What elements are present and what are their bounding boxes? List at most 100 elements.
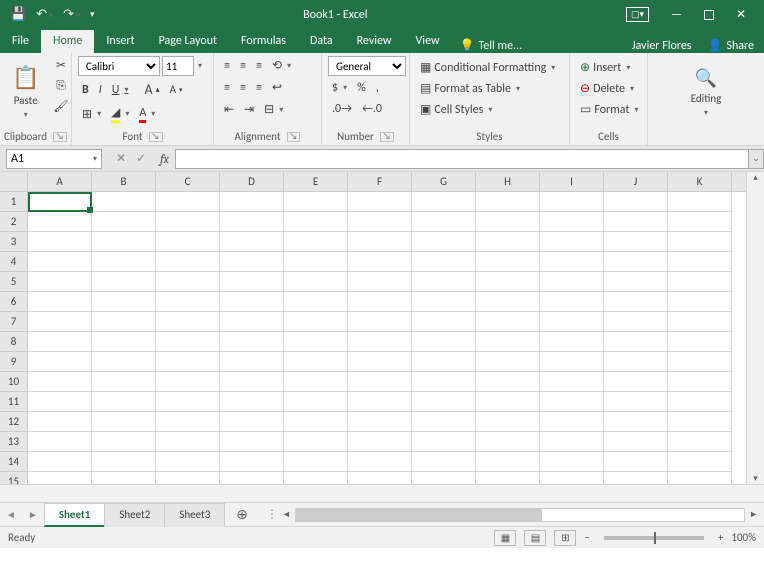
cell[interactable] (284, 432, 348, 452)
cell[interactable] (348, 412, 412, 432)
number-format-select[interactable]: General (328, 56, 406, 76)
cell[interactable] (28, 192, 92, 212)
cell[interactable] (476, 452, 540, 472)
cell[interactable] (156, 292, 220, 312)
cell[interactable] (92, 372, 156, 392)
cell[interactable] (220, 412, 284, 432)
cell[interactable] (28, 292, 92, 312)
cell[interactable] (284, 192, 348, 212)
row-header[interactable]: 9 (0, 352, 27, 372)
cell[interactable] (92, 392, 156, 412)
cell[interactable] (604, 412, 668, 432)
cell[interactable] (668, 292, 732, 312)
cell[interactable] (604, 292, 668, 312)
cell[interactable] (348, 252, 412, 272)
cell[interactable] (540, 292, 604, 312)
cell[interactable] (412, 272, 476, 292)
cell[interactable] (284, 232, 348, 252)
cell[interactable] (540, 432, 604, 452)
conditional-formatting-button[interactable]: ▦Conditional Formatting (416, 58, 563, 77)
sheet-tab[interactable]: Sheet2 (104, 503, 165, 527)
cell[interactable] (156, 332, 220, 352)
percent-format-button[interactable]: % (353, 79, 370, 97)
cell[interactable] (220, 252, 284, 272)
cell-styles-button[interactable]: ▣Cell Styles (416, 100, 563, 119)
cell[interactable] (668, 332, 732, 352)
cell[interactable] (412, 432, 476, 452)
cell[interactable] (476, 352, 540, 372)
column-header[interactable]: G (412, 172, 476, 191)
cell[interactable] (604, 332, 668, 352)
cell[interactable] (284, 392, 348, 412)
cell[interactable] (92, 232, 156, 252)
cell[interactable] (28, 372, 92, 392)
row-header[interactable]: 2 (0, 212, 27, 232)
cell[interactable] (540, 392, 604, 412)
tab-insert[interactable]: Insert (94, 30, 146, 53)
cell[interactable] (668, 352, 732, 372)
cell[interactable] (348, 352, 412, 372)
cell[interactable] (220, 292, 284, 312)
cell[interactable] (28, 392, 92, 412)
cell[interactable] (156, 272, 220, 292)
cell[interactable] (604, 312, 668, 332)
paste-button[interactable]: 📋 Paste ▾ (6, 56, 45, 128)
enter-formula-icon[interactable]: ✓ (136, 151, 146, 166)
cell[interactable] (604, 452, 668, 472)
cell[interactable] (540, 232, 604, 252)
tab-page-layout[interactable]: Page Layout (147, 30, 229, 53)
cell[interactable] (156, 232, 220, 252)
select-all-corner[interactable] (0, 172, 28, 192)
column-header[interactable]: A (28, 172, 92, 191)
row-header[interactable]: 1 (0, 192, 27, 212)
accounting-format-button[interactable]: $ (328, 79, 351, 97)
align-left-button[interactable]: ≡ (220, 79, 234, 97)
bold-button[interactable]: B (78, 81, 93, 99)
cell[interactable] (156, 452, 220, 472)
format-cells-button[interactable]: ▭Format (576, 100, 641, 119)
cell[interactable] (220, 272, 284, 292)
cell[interactable] (92, 192, 156, 212)
alignment-dialog-launcher[interactable]: ↘ (287, 132, 301, 142)
cell[interactable] (220, 192, 284, 212)
font-name-select[interactable]: Calibri (78, 56, 160, 76)
align-center-button[interactable]: ≡ (236, 79, 250, 97)
cell[interactable] (540, 352, 604, 372)
minimize-icon[interactable]: — (671, 8, 682, 22)
name-box[interactable]: A1▾ (6, 149, 102, 169)
cell[interactable] (412, 332, 476, 352)
cell[interactable] (92, 432, 156, 452)
cells-area[interactable] (28, 192, 746, 484)
cell[interactable] (348, 212, 412, 232)
merge-button[interactable]: ⊟ (260, 100, 287, 119)
cell[interactable] (284, 292, 348, 312)
column-header[interactable]: B (92, 172, 156, 191)
cell[interactable] (476, 272, 540, 292)
column-header[interactable]: J (604, 172, 668, 191)
cell[interactable] (348, 292, 412, 312)
increase-font-button[interactable]: A▴ (140, 79, 163, 100)
column-header[interactable]: F (348, 172, 412, 191)
delete-cells-button[interactable]: ⊖Delete (576, 79, 641, 98)
italic-button[interactable]: I (95, 81, 106, 99)
cell[interactable] (348, 312, 412, 332)
tab-view[interactable]: View (404, 30, 452, 53)
row-header[interactable]: 4 (0, 252, 27, 272)
cell[interactable] (220, 212, 284, 232)
cell[interactable] (476, 312, 540, 332)
number-dialog-launcher[interactable]: ↘ (380, 132, 394, 142)
close-icon[interactable]: ✕ (736, 7, 746, 22)
row-header[interactable]: 3 (0, 232, 27, 252)
new-sheet-button[interactable]: ⊕ (224, 506, 260, 523)
undo-icon[interactable]: ↶ (36, 7, 53, 22)
align-middle-button[interactable]: ≡ (236, 57, 250, 75)
cell[interactable] (540, 372, 604, 392)
cell[interactable] (348, 392, 412, 412)
cell[interactable] (28, 412, 92, 432)
cell[interactable] (284, 272, 348, 292)
cell[interactable] (28, 272, 92, 292)
increase-decimal-button[interactable]: .0→ (328, 100, 356, 118)
horizontal-scrollbar[interactable]: ⋮ ◄ ► (260, 507, 764, 522)
cell[interactable] (156, 212, 220, 232)
zoom-in-button[interactable]: + (718, 531, 723, 544)
